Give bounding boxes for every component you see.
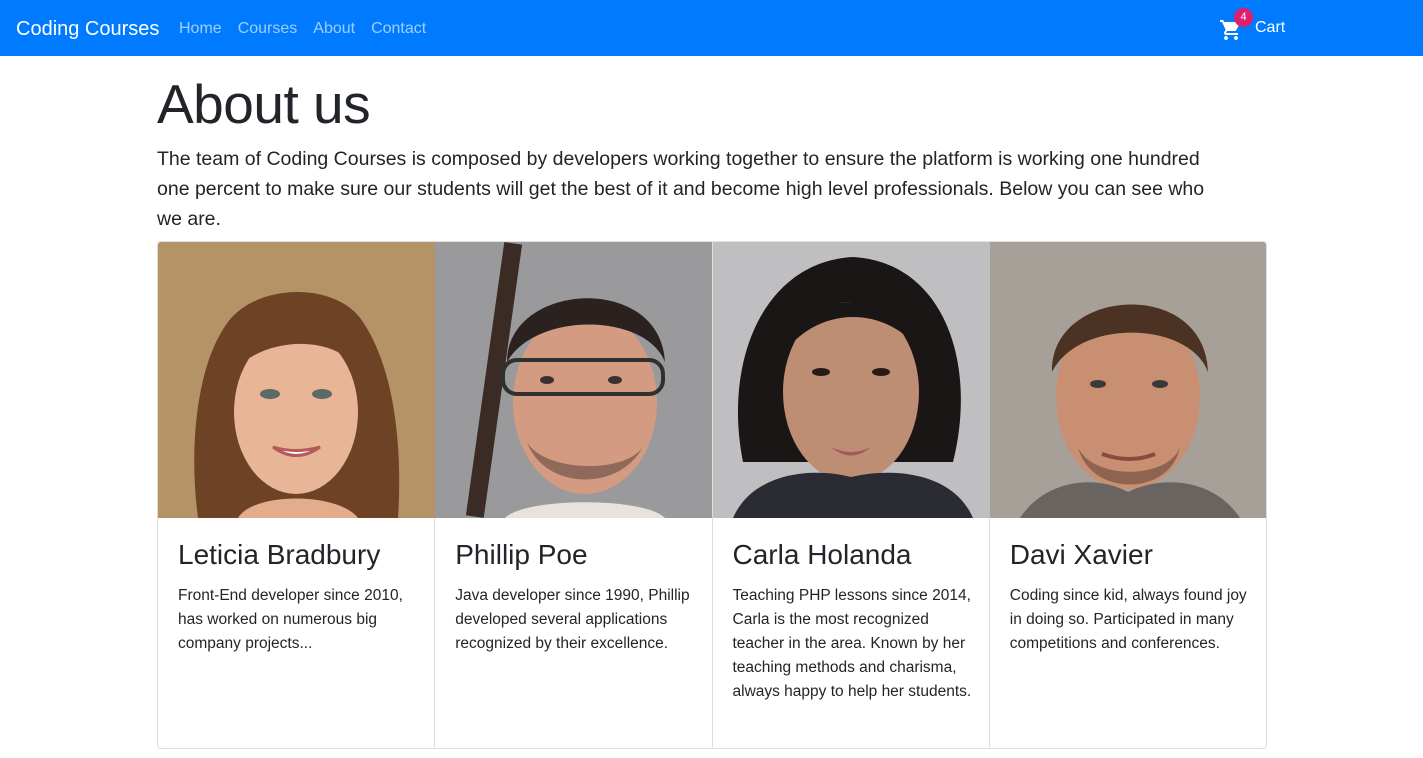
team-member-photo bbox=[435, 242, 713, 518]
top-navbar: Coding Courses Home Courses About Contac… bbox=[0, 0, 1423, 56]
team-member-bio: Java developer since 1990, Phillip devel… bbox=[455, 587, 690, 652]
intro-paragraph: The team of Coding Courses is composed b… bbox=[157, 144, 1232, 234]
team-card-deck: Leticia Bradbury Front-End developer sin… bbox=[157, 241, 1267, 749]
team-card: Carla Holanda Teaching PHP lessons since… bbox=[712, 242, 990, 748]
brand-link[interactable]: Coding Courses bbox=[16, 17, 159, 41]
team-member-name: Carla Holanda bbox=[732, 539, 912, 570]
team-member-bio: Coding since kid, always found joy in do… bbox=[1009, 587, 1247, 652]
nav-link-about[interactable]: About bbox=[313, 19, 355, 39]
intro-brand: Coding Courses bbox=[266, 148, 407, 170]
team-member-photo bbox=[989, 242, 1266, 518]
team-member-bio: Front-End developer since 2010, has work… bbox=[178, 587, 403, 652]
team-member-photo bbox=[712, 242, 990, 518]
team-card: Leticia Bradbury Front-End developer sin… bbox=[158, 242, 436, 748]
cart-button[interactable]: 4 Cart bbox=[1219, 8, 1289, 42]
team-member-name: Leticia Bradbury bbox=[178, 539, 381, 570]
team-member-name: Davi Xavier bbox=[1009, 539, 1153, 570]
nav-link-courses[interactable]: Courses bbox=[238, 19, 298, 39]
team-member-bio: Teaching PHP lessons since 2014, Carla i… bbox=[732, 587, 972, 700]
intro-prefix: The team of bbox=[157, 148, 267, 170]
nav-link-contact[interactable]: Contact bbox=[371, 19, 426, 39]
nav-links: Home Courses About Contact bbox=[179, 19, 426, 39]
nav-link-home[interactable]: Home bbox=[179, 19, 222, 39]
cart-count-badge: 4 bbox=[1234, 8, 1253, 27]
team-member-name: Phillip Poe bbox=[455, 539, 588, 570]
team-member-photo bbox=[158, 242, 435, 518]
page-title: About us bbox=[157, 73, 371, 135]
team-card: Davi Xavier Coding since kid, always fou… bbox=[989, 242, 1266, 748]
cart-label: Cart bbox=[1255, 19, 1286, 36]
team-card: Phillip Poe Java developer since 1990, P… bbox=[435, 242, 713, 748]
